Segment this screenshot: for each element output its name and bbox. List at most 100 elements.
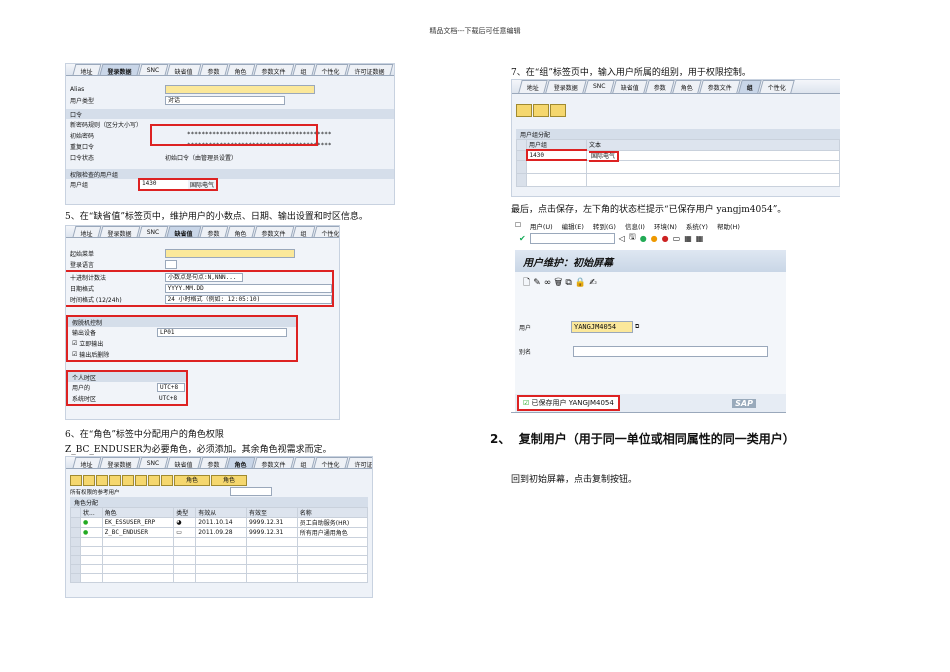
menu-help[interactable]: 帮助(H) [717,221,740,231]
tab[interactable]: 参数文件 [253,226,295,238]
cancel-icon[interactable]: ● [662,234,669,243]
back-arrow-icon[interactable]: ◁ [619,234,625,243]
copy-icon[interactable]: ⧉ [565,278,574,288]
tab[interactable]: 组 [292,226,316,238]
start-menu-input[interactable] [165,249,295,258]
value-help-icon: ⧉ [635,323,640,330]
tab[interactable]: SNC [138,64,169,75]
tab[interactable]: 个性化 [313,226,339,238]
tab[interactable]: 登录数据 [99,226,141,238]
group-cell[interactable]: 1430 [525,149,587,161]
tab[interactable]: SNC [138,226,169,237]
tab[interactable]: 许可证数据 [346,64,394,76]
menu-edit[interactable]: 编辑(E) [562,221,584,231]
command-field[interactable] [529,232,615,244]
toolbar-button[interactable] [122,475,134,486]
tab[interactable]: 参数文件 [698,80,741,93]
toolbar-button[interactable] [135,475,147,486]
role-button[interactable]: 角色 [174,475,210,486]
tab-active[interactable]: 角色 [226,457,256,469]
user-input[interactable]: YANGJM4054 [571,321,633,333]
tab[interactable]: SNC [138,457,169,468]
output-device-input[interactable]: LP01 [157,328,287,337]
tab[interactable]: 个性化 [758,80,795,93]
tab[interactable]: 缺省值 [611,80,648,93]
tab-active[interactable]: 缺省值 [166,226,202,238]
tab[interactable]: 缺省值 [166,64,202,76]
toolbar-button[interactable] [550,104,566,117]
tab[interactable]: SNC [584,80,615,93]
date-select[interactable]: YYYY.MM.DD [164,284,332,293]
find-next-icon[interactable]: ▦ [696,234,704,243]
tab[interactable]: 许可证数据 [346,457,372,469]
role-cell[interactable]: EK_ESSUSER_ERP [101,517,175,528]
tab[interactable]: 组 [292,457,316,469]
tab[interactable]: 登录数据 [99,457,141,469]
tab[interactable]: 地址 [72,457,102,469]
tab[interactable]: 参数 [199,226,229,238]
role-button-2[interactable]: 角色 [211,475,247,486]
user-label: 用户 [519,324,532,332]
delete-icon[interactable]: 🗑 [554,278,565,288]
alias-input[interactable] [573,345,768,357]
tab[interactable]: 参数文件 [253,64,295,76]
user-type-select[interactable]: 对话 [165,96,285,105]
delete-after-checkbox[interactable]: ☑ [72,351,79,358]
tab[interactable]: 角色 [226,226,256,238]
tab[interactable]: 地址 [72,64,102,76]
table-row[interactable]: 1430 国际电气 [516,149,840,162]
decimal-select[interactable]: 小数点是句点:N,NNN... [165,273,243,282]
tab[interactable]: 参数 [199,64,229,76]
alias-input[interactable] [165,85,315,94]
tab[interactable]: 参数 [644,80,675,93]
print-icon[interactable]: ▭ [673,234,681,243]
save-icon[interactable]: 🖫 [629,231,636,245]
group-input[interactable]: 1430 [140,180,188,189]
tab[interactable]: 角色 [226,64,256,76]
tab[interactable]: 缺省值 [166,457,202,469]
tab[interactable]: 参数文件 [253,457,295,469]
tab-active[interactable]: 登录数据 [99,64,141,76]
menu-system[interactable]: 系统(Y) [686,221,708,231]
tab[interactable]: 个性化 [313,64,349,76]
time-select[interactable]: 24 小时格式（例如: 12:05:10) [164,295,332,304]
toolbar-button[interactable] [83,475,95,486]
enter-icon[interactable]: ✔ [519,234,526,243]
create-icon[interactable]: 🗋 [523,278,533,288]
tab[interactable]: 地址 [72,226,102,238]
toolbar-button[interactable] [148,475,160,486]
tab[interactable]: 参数 [199,457,229,469]
toolbar-button[interactable] [70,475,82,486]
tab-active[interactable]: 组 [737,80,762,93]
lock-icon[interactable]: 🔒 [575,278,589,288]
ref-user-input[interactable] [230,487,272,496]
toolbar-button[interactable] [533,104,549,117]
table-row[interactable]: ● Z_BC_ENDUSER ▭ 2011.09.28 9999.12.31 所有用户通用… [70,527,369,538]
toolbar-button[interactable] [516,104,532,117]
tab[interactable]: 角色 [671,80,702,93]
tab[interactable]: 组 [292,64,316,76]
password-icon[interactable]: ✍ [589,278,600,288]
print-now-checkbox[interactable]: ☑ [72,340,79,347]
logon-lang-label: 登录语言 [70,262,95,269]
menu-goto[interactable]: 转到(G) [593,221,616,231]
find-icon[interactable]: ▦ [684,234,692,243]
tab[interactable]: 地址 [518,80,548,93]
menu-user[interactable]: 用户(U) [530,221,553,231]
toolbar-button[interactable] [161,475,173,486]
menu-info[interactable]: 信息(I) [625,221,645,231]
toolbar-button[interactable] [109,475,121,486]
table-row[interactable]: ● EK_ESSUSER_ERP ◕ 2011.10.14 9999.12.31 员工自助… [70,517,369,528]
role-cell[interactable]: Z_BC_ENDUSER [101,527,175,538]
tab[interactable]: 个性化 [313,457,349,469]
back-icon[interactable]: ● [640,234,647,243]
change-icon[interactable]: ✎ [533,278,544,288]
display-icon[interactable]: ∞ [544,278,555,288]
menu-env[interactable]: 环境(N) [654,221,677,231]
tab[interactable]: 登录数据 [545,80,587,93]
exit-icon[interactable]: ● [651,234,658,243]
logon-lang-input[interactable] [165,260,177,269]
toolbar-button[interactable] [96,475,108,486]
user-tz-input[interactable]: UTC+8 [157,383,185,392]
section2-heading: 2、 复制用户（用于同一单位或相同属性的同一类用户） [490,430,795,447]
